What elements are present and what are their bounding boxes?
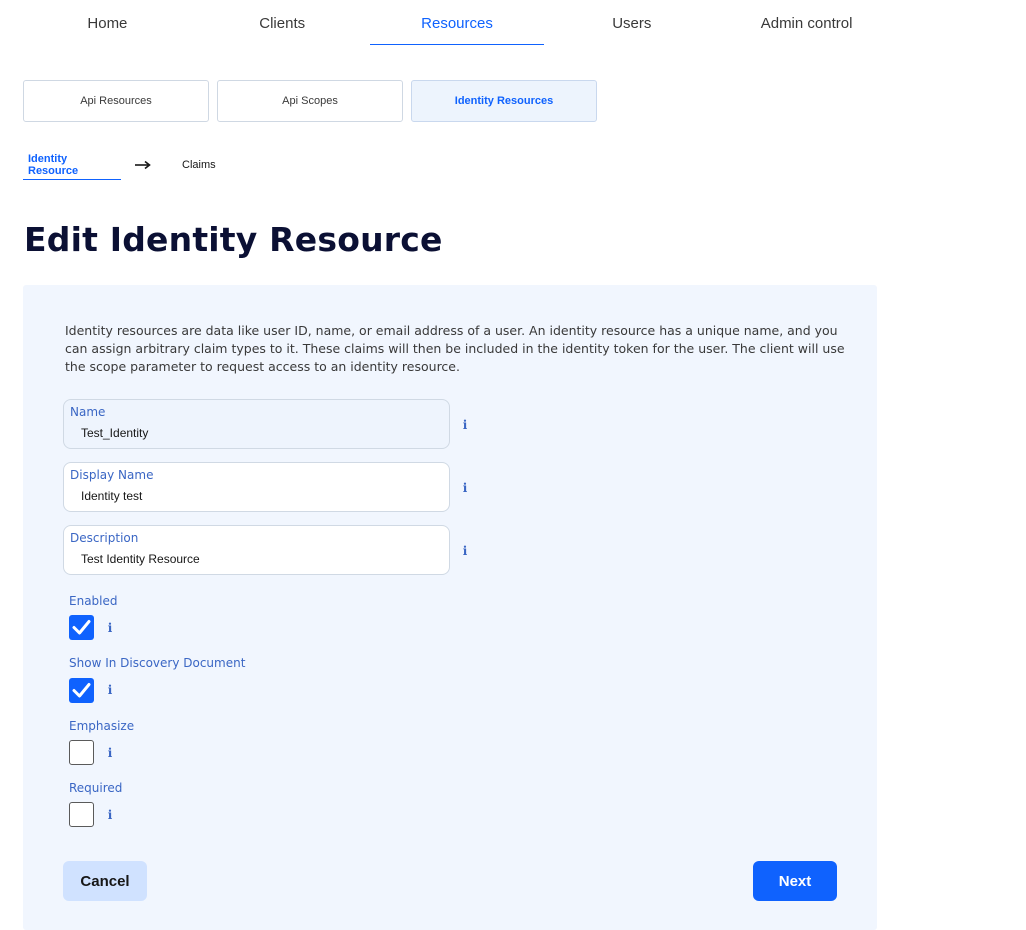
next-button[interactable]: Next: [753, 861, 837, 901]
enabled-info-icon[interactable]: i: [106, 621, 114, 635]
nav-item-resources[interactable]: Resources: [369, 0, 545, 46]
intro-text: Identity resources are data like user ID…: [65, 323, 845, 374]
show-in-discovery-checkbox[interactable]: [69, 678, 94, 703]
show-in-discovery-info-icon[interactable]: i: [106, 683, 114, 697]
description-input[interactable]: [81, 552, 431, 566]
nav-item-users[interactable]: Users: [544, 0, 719, 46]
description-info-icon[interactable]: i: [461, 544, 469, 558]
show-in-discovery-label: Show In Discovery Document: [69, 656, 246, 670]
nav-item-home[interactable]: Home: [20, 0, 195, 46]
enabled-label: Enabled: [69, 594, 118, 608]
display-name-info-icon[interactable]: i: [461, 481, 469, 495]
form-card: Identity resources are data like user ID…: [23, 285, 877, 930]
step-identity-resource[interactable]: Identity Resource: [23, 150, 121, 180]
required-label: Required: [69, 781, 123, 795]
required-checkbox[interactable]: [69, 802, 94, 827]
emphasize-checkbox[interactable]: [69, 740, 94, 765]
top-nav: Home Clients Resources Users Admin contr…: [20, 0, 894, 46]
description-field[interactable]: Description: [63, 525, 450, 575]
emphasize-label: Emphasize: [69, 719, 135, 733]
enabled-checkbox[interactable]: [69, 615, 94, 640]
checkmark-icon: [72, 620, 91, 635]
tab-identity-resources[interactable]: Identity Resources: [411, 80, 597, 122]
name-input[interactable]: [81, 426, 431, 440]
nav-item-admin-control[interactable]: Admin control: [719, 0, 894, 46]
tab-api-scopes[interactable]: Api Scopes: [217, 80, 403, 122]
name-info-icon[interactable]: i: [461, 418, 469, 432]
checkmark-icon: [72, 683, 91, 698]
emphasize-info-icon[interactable]: i: [106, 746, 114, 760]
display-name-input[interactable]: [81, 489, 431, 503]
arrow-right-icon: [131, 150, 155, 180]
description-field-label: Description: [70, 531, 139, 545]
step-claims[interactable]: Claims: [177, 150, 221, 180]
resource-type-tabs: Api Resources Api Scopes Identity Resour…: [23, 80, 597, 122]
step-breadcrumb: Identity Resource Claims: [23, 150, 221, 180]
tab-api-resources[interactable]: Api Resources: [23, 80, 209, 122]
name-field-label: Name: [70, 405, 106, 419]
nav-item-clients[interactable]: Clients: [195, 0, 370, 46]
page-title: Edit Identity Resource: [24, 220, 443, 259]
display-name-field-label: Display Name: [70, 468, 154, 482]
required-info-icon[interactable]: i: [106, 808, 114, 822]
name-field[interactable]: Name: [63, 399, 450, 449]
cancel-button[interactable]: Cancel: [63, 861, 147, 901]
display-name-field[interactable]: Display Name: [63, 462, 450, 512]
